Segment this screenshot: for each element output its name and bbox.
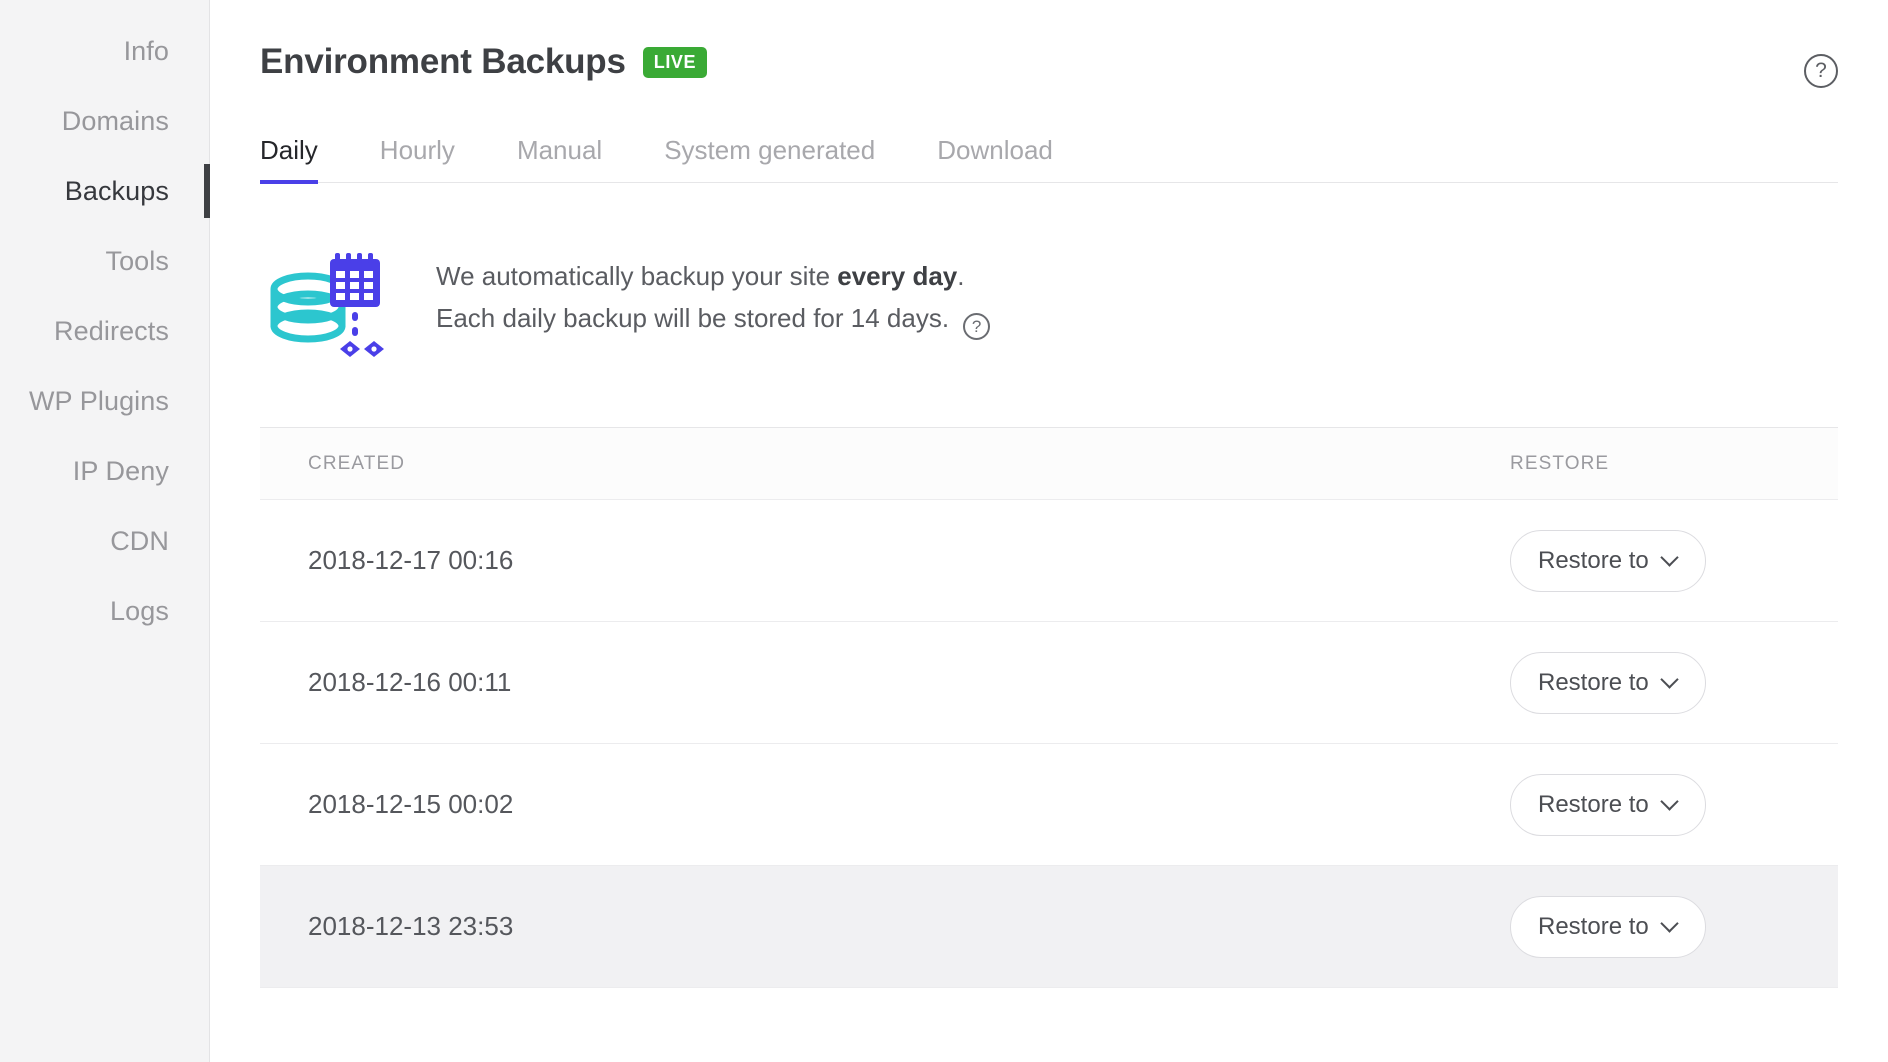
- cell-created: 2018-12-13 23:53: [308, 911, 514, 941]
- table-row[interactable]: 2018-12-16 00:11 Restore to: [260, 622, 1838, 744]
- info-line-1-suffix: .: [957, 261, 965, 291]
- info-line-2-text: Each daily backup will be stored for 14 …: [436, 303, 950, 334]
- retention-help-icon[interactable]: ?: [963, 313, 991, 341]
- sidebar-item-label: Tools: [105, 245, 169, 276]
- sidebar-item-label: Logs: [110, 595, 169, 626]
- table-row[interactable]: 2018-12-13 23:53 Restore to: [260, 866, 1838, 988]
- sidebar-item-tools[interactable]: Tools: [0, 226, 209, 296]
- sidebar-item-label: Backups: [64, 175, 169, 206]
- info-line-1-prefix: We automatically backup your site: [436, 261, 838, 291]
- tab-download[interactable]: Download: [937, 135, 1053, 182]
- help-circle-icon[interactable]: ?: [1804, 54, 1838, 88]
- restore-to-button[interactable]: Restore to: [1510, 529, 1706, 592]
- page-header: Environment Backups LIVE ?: [210, 0, 1888, 88]
- sidebar-item-redirects[interactable]: Redirects: [0, 296, 209, 366]
- cell-restore: Restore to: [1510, 773, 1790, 836]
- column-header-created: CREATED: [308, 452, 406, 474]
- restore-to-button[interactable]: Restore to: [1510, 651, 1706, 714]
- tab-hourly[interactable]: Hourly: [380, 135, 455, 182]
- page-title: Environment Backups: [260, 42, 626, 81]
- cell-restore: Restore to: [1510, 529, 1790, 592]
- table-header-row: CREATED RESTORE: [260, 428, 1838, 500]
- chevron-down-icon: [1662, 672, 1678, 688]
- info-text: We automatically backup your site every …: [436, 255, 991, 341]
- sidebar-item-label: Redirects: [54, 315, 169, 346]
- restore-to-label: Restore to: [1538, 912, 1649, 940]
- backups-table: CREATED RESTORE 2018-12-17 00:16 Restore …: [260, 427, 1838, 988]
- tab-daily[interactable]: Daily: [260, 135, 318, 184]
- tab-manual[interactable]: Manual: [517, 135, 602, 182]
- table-row[interactable]: 2018-12-17 00:16 Restore to: [260, 500, 1838, 622]
- table-row[interactable]: 2018-12-15 00:02 Restore to: [260, 744, 1838, 866]
- chevron-down-icon: [1662, 916, 1678, 932]
- sidebar-item-ip-deny[interactable]: IP Deny: [0, 436, 209, 506]
- cell-restore: Restore to: [1510, 651, 1790, 714]
- cell-created: 2018-12-16 00:11: [308, 667, 512, 697]
- sidebar-item-logs[interactable]: Logs: [0, 576, 209, 646]
- tab-label: System generated: [664, 135, 876, 165]
- table-body: 2018-12-17 00:16 Restore to 2018-12-16 00:…: [260, 500, 1838, 988]
- cell-created: 2018-12-15 00:02: [308, 789, 514, 819]
- cell-restore: Restore to: [1510, 895, 1790, 958]
- app-root: Info Domains Backups Tools Redirects WP Plugi…: [0, 0, 1888, 1062]
- sidebar-item-domains[interactable]: Domains: [0, 86, 209, 156]
- tab-system-generated[interactable]: System generated: [664, 135, 875, 182]
- cell-created: 2018-12-17 00:16: [308, 545, 514, 575]
- info-line-1: We automatically backup your site every …: [436, 255, 990, 297]
- sidebar-item-cdn[interactable]: CDN: [0, 506, 209, 576]
- database-calendar-backup-icon: [268, 249, 388, 369]
- main-content: Environment Backups LIVE ? Daily Hourly Ma…: [210, 0, 1888, 1062]
- restore-to-label: Restore to: [1538, 668, 1649, 696]
- restore-to-button[interactable]: Restore to: [1510, 773, 1706, 836]
- info-line-1-bold: every day: [837, 261, 958, 291]
- chevron-down-icon: [1662, 550, 1678, 566]
- sidebar-item-label: Info: [123, 35, 169, 66]
- sidebar-item-label: WP Plugins: [28, 385, 169, 416]
- sidebar: Info Domains Backups Tools Redirects WP Plugi…: [0, 0, 210, 1062]
- tab-label: Manual: [516, 135, 603, 165]
- restore-to-label: Restore to: [1538, 546, 1649, 574]
- info-line-2: Each daily backup will be stored for 14 …: [436, 297, 991, 341]
- column-header-restore: RESTORE: [1510, 452, 1610, 474]
- sidebar-item-label: CDN: [110, 525, 169, 556]
- status-badge: LIVE: [642, 47, 708, 78]
- title-row: Environment Backups LIVE: [260, 42, 708, 81]
- tab-label: Hourly: [379, 135, 455, 165]
- chevron-down-icon: [1662, 794, 1678, 810]
- sidebar-item-label: Domains: [61, 105, 169, 136]
- sidebar-item-wp-plugins[interactable]: WP Plugins: [0, 366, 209, 436]
- sidebar-item-backups[interactable]: Backups: [0, 156, 210, 226]
- tab-label: Download: [937, 135, 1053, 165]
- tab-bar: Daily Hourly Manual System generated Downloa…: [260, 135, 1838, 184]
- info-panel: We automatically backup your site every …: [210, 183, 1888, 369]
- sidebar-item-label: IP Deny: [72, 455, 169, 486]
- restore-to-label: Restore to: [1538, 790, 1649, 818]
- restore-to-button[interactable]: Restore to: [1510, 895, 1706, 958]
- tab-label: Daily: [260, 135, 318, 165]
- sidebar-item-info[interactable]: Info: [0, 16, 209, 86]
